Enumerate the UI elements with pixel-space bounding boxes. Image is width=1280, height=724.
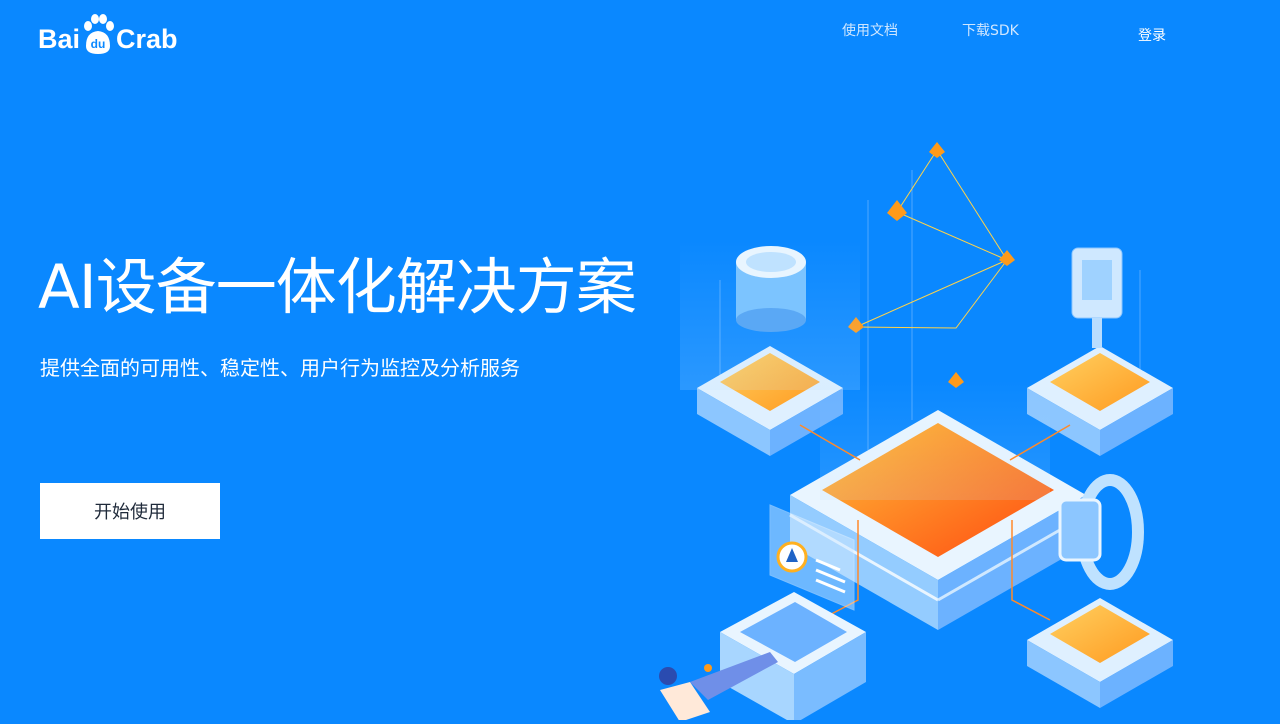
logo-paw-text: du [91,37,106,51]
hero-subtitle: 提供全面的可用性、稳定性、用户行为监控及分析服务 [40,356,520,380]
hero-title: AI设备一体化解决方案 [38,252,637,323]
brand-logo[interactable]: Bai du Crab [38,8,178,56]
hero-illustration [640,120,1280,724]
nav-sdk-link[interactable]: 下载SDK [962,20,1019,40]
nav-docs-link[interactable]: 使用文档 [842,20,898,40]
logo-text-left: Bai [38,24,81,54]
nav-login-link[interactable]: 登录 [1138,25,1166,45]
paw-icon: du [81,12,115,56]
logo-text-right: Crab [116,24,178,54]
start-button[interactable]: 开始使用 [40,483,220,539]
